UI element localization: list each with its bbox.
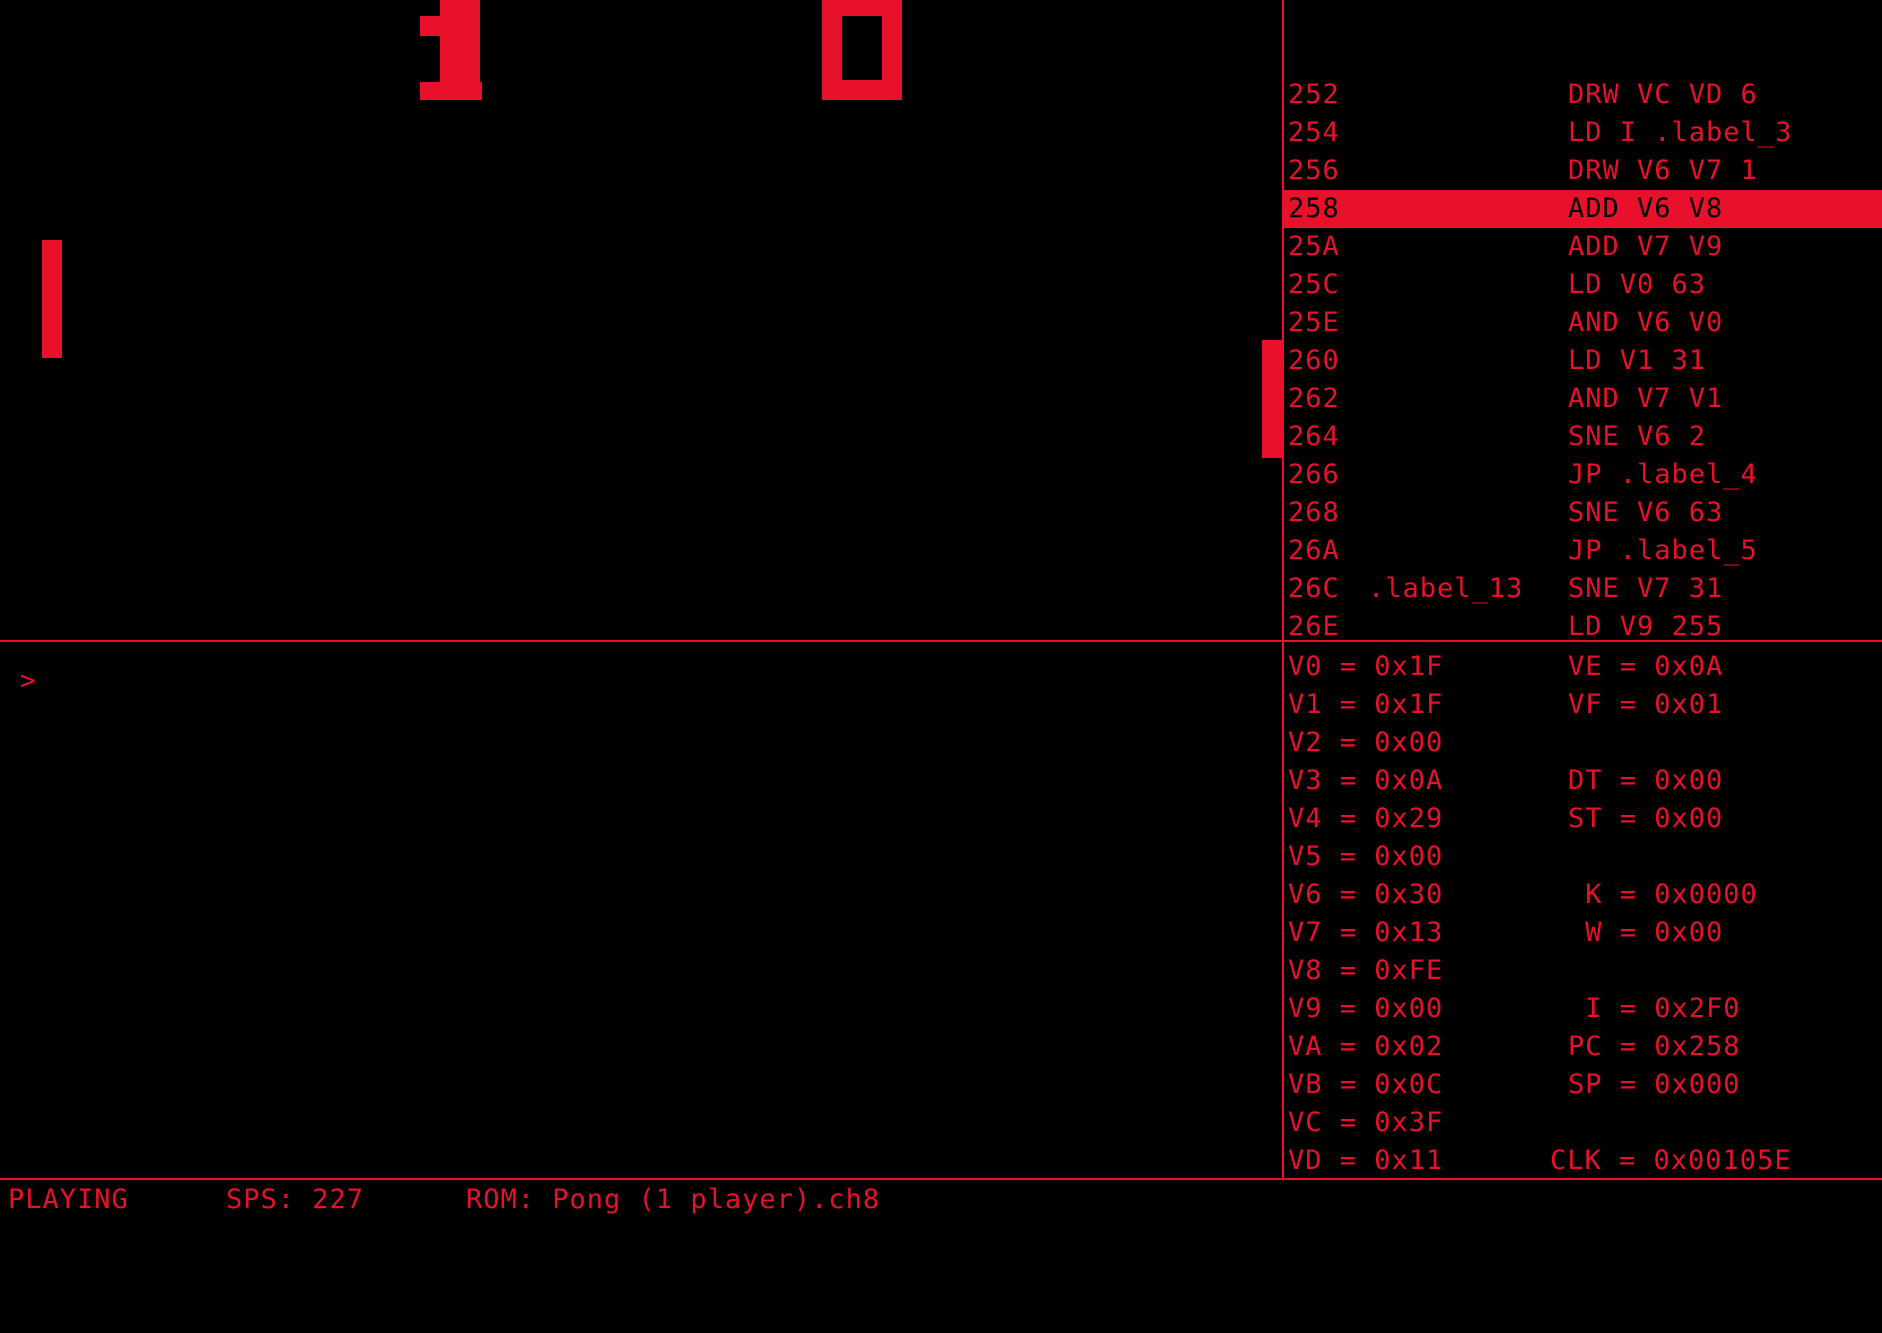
disassembly-row[interactable]: 264 SNE V6 2 (1284, 418, 1882, 456)
disassembly-row[interactable]: 252 DRW VC VD 6 (1284, 76, 1882, 114)
disassembly-row[interactable]: 25A ADD V7 V9 (1284, 228, 1882, 266)
disassembly-instruction: JP .label_4 (1568, 459, 1758, 490)
register-value: V9 = 0x00 (1288, 993, 1444, 1024)
register-value: VA = 0x02 (1288, 1031, 1444, 1062)
register-value: V3 = 0x0A (1288, 765, 1444, 796)
disassembly-instruction: JP .label_5 (1568, 535, 1758, 566)
disassembly-address: 264 (1288, 421, 1340, 452)
console-prompt: > (20, 666, 37, 696)
disassembly-address: 26A (1288, 535, 1340, 566)
registers-panel: V0 = 0x1F V1 = 0x1F V2 = 0x00 V3 = 0x0A V4 =… (1284, 648, 1882, 1178)
disassembly-address: 266 (1288, 459, 1340, 490)
disassembly-row[interactable]: 25E AND V6 V0 (1284, 304, 1882, 342)
register-value: V4 = 0x29 (1288, 803, 1444, 834)
register-value: V6 = 0x30 (1288, 879, 1444, 910)
disassembly-address: 26C (1288, 573, 1340, 604)
disassembly-panel: 252 DRW VC VD 6 254 LD I .label_3 256 DRW V6 … (1284, 0, 1882, 640)
disassembly-address: 260 (1288, 345, 1340, 376)
register-value: CLK = 0x00105E (1550, 1145, 1792, 1176)
disassembly-address: 254 (1288, 117, 1340, 148)
disassembly-address: 26E (1288, 611, 1340, 640)
console-input[interactable] (50, 660, 1254, 698)
register-value: VC = 0x3F (1288, 1107, 1444, 1138)
register-value: ST = 0x00 (1568, 803, 1724, 834)
register-value: SP = 0x000 (1568, 1069, 1741, 1100)
disassembly-row[interactable]: 256 DRW V6 V7 1 (1284, 152, 1882, 190)
disassembly-address: 268 (1288, 497, 1340, 528)
register-value: VF = 0x01 (1568, 689, 1724, 720)
register-value: I = 0x2F0 (1568, 993, 1741, 1024)
register-value: VE = 0x0A (1568, 651, 1724, 682)
disassembly-label: .label_13 (1368, 573, 1524, 604)
register-value: V5 = 0x00 (1288, 841, 1444, 872)
disassembly-row[interactable]: 26A JP .label_5 (1284, 532, 1882, 570)
register-value: V2 = 0x00 (1288, 727, 1444, 758)
status-state: PLAYING (8, 1184, 129, 1215)
disassembly-instruction: DRW VC VD 6 (1568, 79, 1758, 110)
disassembly-row[interactable]: 260 LD V1 31 (1284, 342, 1882, 380)
console-panel[interactable]: > (0, 642, 1282, 1178)
disassembly-instruction: SNE V6 2 (1568, 421, 1707, 452)
status-bar: PLAYING SPS: 227 ROM: Pong (1 player).ch… (0, 1181, 1882, 1220)
right-paddle (1262, 340, 1282, 458)
disassembly-instruction: SNE V7 31 (1568, 573, 1724, 604)
disassembly-row[interactable]: 254 LD I .label_3 (1284, 114, 1882, 152)
disassembly-instruction: AND V7 V1 (1568, 383, 1724, 414)
left-paddle (42, 240, 62, 358)
disassembly-instruction: SNE V6 63 (1568, 497, 1724, 528)
disassembly-instruction: LD I .label_3 (1568, 117, 1793, 148)
disassembly-address: 25A (1288, 231, 1340, 262)
register-value: K = 0x0000 (1568, 879, 1758, 910)
disassembly-instruction: AND V6 V0 (1568, 307, 1724, 338)
disassembly-address: 258 (1288, 193, 1340, 224)
disassembly-row[interactable]: 26C .label_13 SNE V7 31 (1284, 570, 1882, 608)
disassembly-address: 25E (1288, 307, 1340, 338)
disassembly-row-current[interactable]: 258 ADD V6 V8 (1284, 190, 1882, 228)
register-value: V1 = 0x1F (1288, 689, 1444, 720)
disassembly-instruction: ADD V7 V9 (1568, 231, 1724, 262)
disassembly-instruction: LD V0 63 (1568, 269, 1707, 300)
register-value: DT = 0x00 (1568, 765, 1724, 796)
game-screen (0, 0, 1282, 640)
disassembly-list: 252 DRW VC VD 6 254 LD I .label_3 256 DRW V6 … (1284, 76, 1882, 640)
disassembly-address: 25C (1288, 269, 1340, 300)
register-value: W = 0x00 (1568, 917, 1724, 948)
disassembly-address: 256 (1288, 155, 1340, 186)
disassembly-row[interactable]: 25C LD V0 63 (1284, 266, 1882, 304)
disassembly-row[interactable]: 266 JP .label_4 (1284, 456, 1882, 494)
disassembly-address: 262 (1288, 383, 1340, 414)
status-rom: ROM: Pong (1 player).ch8 (466, 1184, 881, 1215)
register-value: VD = 0x11 (1288, 1145, 1444, 1176)
register-value: V7 = 0x13 (1288, 917, 1444, 948)
disassembly-instruction: DRW V6 V7 1 (1568, 155, 1758, 186)
disassembly-instruction: LD V9 255 (1568, 611, 1724, 640)
disassembly-instruction: LD V1 31 (1568, 345, 1707, 376)
register-value: V0 = 0x1F (1288, 651, 1444, 682)
disassembly-instruction: ADD V6 V8 (1568, 193, 1724, 224)
disassembly-address: 252 (1288, 79, 1340, 110)
register-value: VB = 0x0C (1288, 1069, 1444, 1100)
disassembly-row[interactable]: 268 SNE V6 63 (1284, 494, 1882, 532)
disassembly-row[interactable]: 26E LD V9 255 (1284, 608, 1882, 640)
register-value: V8 = 0xFE (1288, 955, 1444, 986)
status-sps: SPS: 227 (226, 1184, 365, 1215)
register-value: PC = 0x258 (1568, 1031, 1741, 1062)
disassembly-row[interactable]: 262 AND V7 V1 (1284, 380, 1882, 418)
